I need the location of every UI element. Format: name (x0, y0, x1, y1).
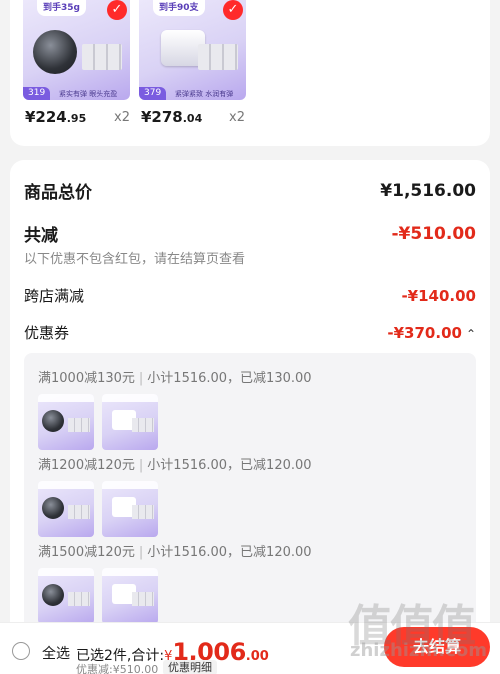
coupon-detail: 小计1516.00，已减120.00 (147, 458, 312, 473)
discount-amount-note: 优惠减:¥510.00 (76, 663, 159, 674)
coupon-product-thumb[interactable] (102, 568, 158, 624)
product-footer-text: 紧弹紧致 水润有弹 (175, 90, 234, 98)
coupon-rule: 满1000减130元 (38, 371, 135, 386)
coupon-label: 优惠券 (24, 324, 70, 342)
product-price-tag: 319 (23, 87, 51, 100)
total-row: 商品总价 ¥1,516.00 (24, 178, 476, 204)
checkout-bar: 全选 已选2件,合计:¥1,006.00 优惠减:¥510.00 优惠明细 去结… (0, 622, 500, 674)
coupon-product-thumb[interactable] (38, 568, 94, 624)
coupon-rule-line: 满1000减130元 | 小计1516.00，已减130.00 (38, 367, 312, 386)
cross-store-label: 跨店满减 (24, 287, 85, 305)
product-banner: 到手90支 (153, 0, 205, 16)
separator: | (138, 371, 144, 386)
reduce-label: 共减 (24, 226, 58, 246)
coupon-rule: 满1200减120元 (38, 458, 135, 473)
coupon-product-thumb[interactable] (102, 394, 158, 450)
reduce-value: -¥510.00 (391, 223, 477, 244)
product-thumbnail[interactable]: 到手35g 319 紧实有弹 眼头充盈 ✓ (23, 0, 130, 100)
selected-products-card: 到手35g 319 紧实有弹 眼头充盈 ✓ ¥224.95 x2 到手90支 3… (10, 0, 490, 146)
product-price: ¥278.04 (141, 108, 203, 126)
product-thumbnail[interactable]: 到手90支 379 紧弹紧致 水润有弹 ✓ (139, 0, 246, 100)
product-quantity: x2 (229, 110, 245, 125)
separator: | (138, 545, 144, 560)
discount-note-text: 以下优惠不包含红包，请在结算页查看 (24, 252, 246, 267)
chevron-up-icon[interactable]: ⌃ (466, 327, 476, 341)
product-item-2[interactable]: 到手90支 379 紧弹紧致 水润有弹 ✓ ¥278.04 (139, 0, 246, 126)
product-boxes-image (82, 44, 122, 70)
product-quantity: x2 (114, 110, 130, 125)
product-price-tag: 379 (139, 87, 167, 100)
radio-unchecked-icon[interactable] (12, 642, 30, 660)
coupon-row[interactable]: 优惠券 -¥370.00 ⌃ (24, 322, 476, 343)
checkout-button[interactable]: 去结算 (384, 627, 490, 667)
coupon-detail: 小计1516.00，已减130.00 (147, 371, 312, 386)
product-price: ¥224.95 (25, 108, 87, 126)
discount-detail-button[interactable]: 优惠明细 (163, 660, 217, 674)
total-label: 商品总价 (24, 183, 92, 203)
coupon-product-thumb[interactable] (38, 481, 94, 537)
select-all-label[interactable]: 全选 (42, 643, 70, 663)
cross-store-value: -¥140.00 (401, 286, 476, 305)
coupon-product-thumb[interactable] (102, 481, 158, 537)
product-boxes-image (198, 44, 238, 70)
coupon-value-wrap[interactable]: -¥370.00 ⌃ (387, 324, 476, 342)
price-summary-card: 商品总价 ¥1,516.00 共减 -¥510.00 以下优惠不包含红包，请在结… (10, 160, 490, 674)
total-value: ¥1,516.00 (380, 180, 476, 201)
check-circle-icon[interactable]: ✓ (107, 0, 127, 20)
product-footer-text: 紧实有弹 眼头充盈 (59, 90, 118, 98)
coupon-rule-line: 满1200减120元 | 小计1516.00，已减120.00 (38, 454, 312, 473)
product-device-image (33, 30, 77, 74)
check-circle-icon[interactable]: ✓ (223, 0, 243, 20)
product-item-1[interactable]: 到手35g 319 紧实有弹 眼头充盈 ✓ ¥224.95 (23, 0, 130, 126)
coupon-rule: 满1500减120元 (38, 545, 135, 560)
separator: | (138, 458, 144, 473)
grand-total-decimal: .00 (245, 649, 269, 664)
coupon-detail: 小计1516.00，已减120.00 (147, 545, 312, 560)
coupon-rule-line: 满1500减120元 | 小计1516.00，已减120.00 (38, 541, 312, 560)
product-banner: 到手35g (37, 0, 86, 16)
coupon-product-thumb[interactable] (38, 394, 94, 450)
cross-store-row[interactable]: 跨店满减 -¥140.00 (24, 285, 476, 306)
reduce-row: 共减 -¥510.00 (24, 221, 477, 247)
coupon-value: -¥370.00 (387, 323, 462, 342)
